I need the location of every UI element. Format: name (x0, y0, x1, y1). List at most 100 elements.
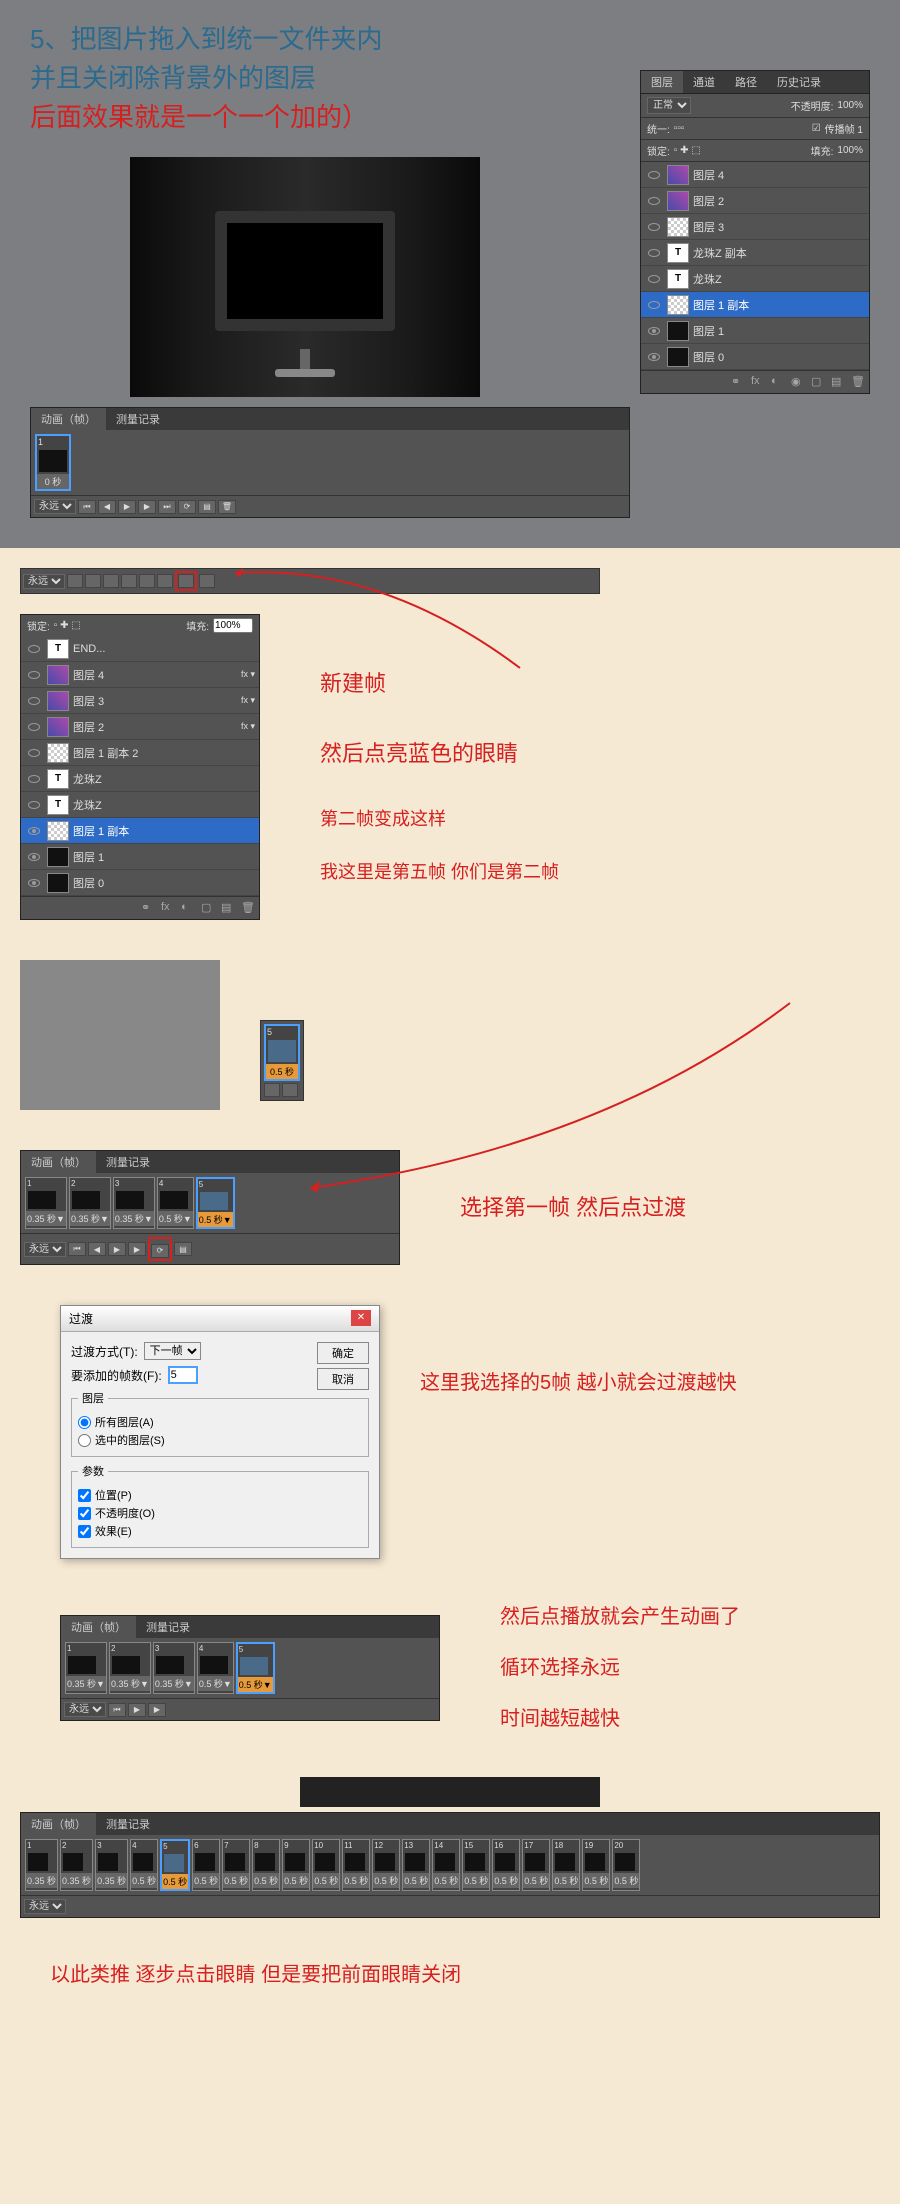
tab-layers[interactable]: 图层 (641, 71, 683, 93)
frame-time[interactable]: 0.5 秒 (463, 1873, 489, 1888)
eye-toggle[interactable] (25, 775, 43, 783)
sel-layers-radio[interactable]: 选中的图层(S) (78, 1432, 362, 1448)
eye-toggle[interactable] (645, 197, 663, 205)
eye-toggle[interactable] (25, 723, 43, 731)
blend-mode-select[interactable]: 正常 (647, 97, 691, 114)
frame[interactable]: 20.35 秒▼ (109, 1642, 151, 1694)
layer-row[interactable]: 图层 1 (21, 844, 259, 870)
frame[interactable]: 60.5 秒 (192, 1839, 220, 1891)
tab-measure-5[interactable]: 测量记录 (136, 1616, 200, 1638)
layer-row[interactable]: T龙珠Z (21, 792, 259, 818)
position-check[interactable]: 位置(P) (78, 1487, 362, 1503)
layer-row[interactable]: 图层 2fx ▾ (21, 714, 259, 740)
fx-icon[interactable]: fx (751, 375, 765, 389)
prev-frame-btn[interactable]: ◀ (98, 500, 116, 514)
dialog-titlebar[interactable]: 过渡 ✕ (61, 1306, 379, 1332)
frame-time[interactable]: 0.35 秒▼ (154, 1676, 194, 1691)
new-layer-icon[interactable]: ▤ (831, 375, 845, 389)
prev-btn[interactable] (85, 574, 101, 588)
eye-toggle[interactable] (25, 879, 43, 887)
c5-play[interactable]: ▶ (128, 1703, 146, 1717)
delete-btn[interactable] (199, 574, 215, 588)
frame[interactable]: 110.5 秒 (342, 1839, 370, 1891)
eye-toggle[interactable] (25, 827, 43, 835)
layer-row[interactable]: T龙珠Z 副本 (641, 240, 869, 266)
lock-icons-2[interactable]: ▫ ✚ ⬚ (54, 620, 81, 631)
frame-time[interactable]: 0.5 秒 (131, 1873, 157, 1888)
tween-btn-2[interactable] (157, 574, 173, 588)
eye-toggle[interactable] (25, 853, 43, 861)
frame[interactable]: 200.5 秒 (612, 1839, 640, 1891)
frame-time[interactable]: 0.5 秒 (283, 1873, 309, 1888)
link-icon[interactable]: ⚭ (731, 375, 745, 389)
frame[interactable]: 30.35 秒▼ (113, 1177, 155, 1229)
play-btn-2[interactable] (103, 574, 119, 588)
frame-time[interactable]: 0.5 秒 (253, 1873, 279, 1888)
frame-time[interactable]: 0.35 秒 (96, 1873, 127, 1888)
folder-icon-2[interactable]: ▢ (201, 901, 215, 915)
layer-row[interactable]: 图层 3fx ▾ (21, 688, 259, 714)
layer-row[interactable]: 图层 4 (641, 162, 869, 188)
frame[interactable]: 20.35 秒▼ (69, 1177, 111, 1229)
eye-toggle[interactable] (645, 249, 663, 257)
layer-row[interactable]: T龙珠Z (641, 266, 869, 292)
frame[interactable]: 50.5 秒▼ (196, 1177, 235, 1229)
new-frame-btn-2[interactable] (178, 574, 194, 588)
tab-paths[interactable]: 路径 (725, 71, 767, 93)
frame-5[interactable]: 5 0.5 秒 (264, 1024, 300, 1081)
frame-time[interactable]: 0.35 秒▼ (66, 1676, 106, 1691)
delete-frame-btn[interactable]: 🗑 (218, 500, 236, 514)
eye-toggle[interactable] (25, 749, 43, 757)
last-btn[interactable] (139, 574, 155, 588)
loop-select-2[interactable]: 永远 (23, 574, 65, 589)
method-select[interactable]: 下一帧 (144, 1342, 201, 1360)
mask-icon-2[interactable]: ◐ (181, 901, 195, 915)
frame-time[interactable]: 0.5 秒 (403, 1873, 429, 1888)
frame[interactable]: 100.5 秒 (312, 1839, 340, 1891)
mask-icon[interactable]: ◐ (771, 375, 785, 389)
layer-row[interactable]: 图层 0 (21, 870, 259, 896)
frame[interactable]: 10.35 秒 (25, 1839, 58, 1891)
frame[interactable]: 70.5 秒 (222, 1839, 250, 1891)
c4-prev[interactable]: ◀ (88, 1242, 106, 1256)
eye-toggle[interactable] (645, 275, 663, 283)
eye-toggle[interactable] (645, 301, 663, 309)
frame-time[interactable]: 0.5 秒▼ (198, 1676, 233, 1691)
frame-time[interactable]: 0.5 秒▼ (158, 1211, 193, 1226)
frame-5-time[interactable]: 0.5 秒 (266, 1064, 298, 1079)
frame-time[interactable]: 0.5 秒▼ (238, 1677, 273, 1692)
mini-btn-1[interactable] (264, 1083, 280, 1097)
close-icon[interactable]: ✕ (351, 1310, 371, 1326)
frame-time[interactable]: 0.35 秒 (61, 1873, 92, 1888)
layer-row[interactable]: 图层 1 副本 (641, 292, 869, 318)
opacity-check[interactable]: 不透明度(O) (78, 1505, 362, 1521)
frame-time[interactable]: 0.5 秒▼ (198, 1212, 233, 1227)
propagate-checkbox[interactable]: ☑ (812, 123, 821, 134)
eye-toggle[interactable] (645, 353, 663, 361)
first-frame-btn[interactable]: ⏮ (78, 500, 96, 514)
tab-channels[interactable]: 通道 (683, 71, 725, 93)
anim-tab-measure[interactable]: 测量记录 (106, 408, 170, 430)
frame[interactable]: 130.5 秒 (402, 1839, 430, 1891)
mini-btn-2[interactable] (282, 1083, 298, 1097)
anim-tab-frames[interactable]: 动画（帧） (31, 408, 106, 430)
frame[interactable]: 50.5 秒▼ (236, 1642, 275, 1694)
frame[interactable]: 90.5 秒 (282, 1839, 310, 1891)
trash-icon[interactable]: 🗑 (851, 375, 865, 389)
loop-select[interactable]: 永远 (34, 499, 76, 514)
frame-time[interactable]: 0.5 秒 (313, 1873, 339, 1888)
frame-time[interactable]: 0.35 秒▼ (26, 1211, 66, 1226)
frame-time[interactable]: 0.5 秒 (613, 1873, 639, 1888)
link-icon-2[interactable]: ⚭ (141, 901, 155, 915)
frame-time[interactable]: 0.5 秒 (493, 1873, 519, 1888)
frame-time[interactable]: 0.5 秒 (553, 1873, 579, 1888)
frame-time[interactable]: 0.5 秒 (343, 1873, 369, 1888)
frame-1[interactable]: 1 0 秒 (35, 434, 71, 491)
frame-time[interactable]: 0.35 秒▼ (110, 1676, 150, 1691)
tab-anim-6[interactable]: 动画（帧） (21, 1813, 96, 1835)
frame[interactable]: 170.5 秒 (522, 1839, 550, 1891)
eye-toggle[interactable] (645, 327, 663, 335)
loop-6[interactable]: 永远 (24, 1899, 66, 1914)
eye-toggle[interactable] (25, 645, 43, 653)
frame-delay[interactable]: 0 秒 (37, 474, 69, 489)
